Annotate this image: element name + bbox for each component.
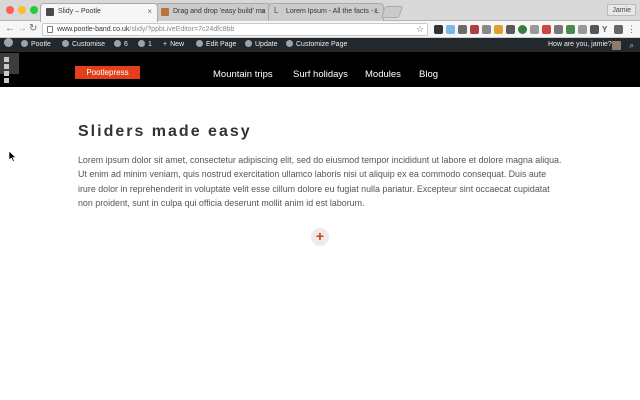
wrench-icon bbox=[286, 40, 293, 47]
tab-title: Lorem Ipsum - All the facts - L bbox=[286, 8, 379, 15]
globe-icon bbox=[245, 40, 252, 47]
site-name-link[interactable]: Pootle bbox=[21, 38, 51, 52]
profile-button[interactable]: Jamie bbox=[607, 4, 636, 16]
layers-extension-icon[interactable] bbox=[434, 25, 443, 34]
browser-tab-strip: Slidy – Pootle × Drag and drop 'easy bui… bbox=[0, 0, 640, 22]
cast-icon[interactable] bbox=[614, 25, 623, 34]
forward-arrow-icon[interactable]: → bbox=[17, 23, 27, 35]
site-favicon-icon bbox=[161, 8, 169, 16]
page-title: Sliders made easy bbox=[78, 123, 252, 140]
extension-icon[interactable] bbox=[458, 25, 467, 34]
url-host: www.pootle-band.co.uk bbox=[57, 26, 130, 33]
updates-icon bbox=[114, 40, 121, 47]
home-icon bbox=[21, 40, 28, 47]
customise-link[interactable]: Customise bbox=[62, 38, 105, 52]
search-icon[interactable]: ⌕ bbox=[630, 39, 634, 53]
reload-icon[interactable]: ↻ bbox=[29, 23, 37, 35]
edit-page-link[interactable]: Edit Page bbox=[196, 38, 236, 52]
brush-icon bbox=[62, 40, 69, 47]
new-content-link[interactable]: + New bbox=[163, 38, 184, 52]
body-paragraph: Lorem ipsum dolor sit amet, consectetur … bbox=[78, 155, 562, 208]
site-favicon-icon bbox=[46, 8, 54, 16]
close-tab-icon[interactable]: × bbox=[260, 7, 265, 16]
nav-item-mountain-trips[interactable]: Mountain trips bbox=[213, 69, 273, 80]
back-arrow-icon[interactable]: ← bbox=[5, 23, 15, 35]
address-bar[interactable]: www.pootle-band.co.uk/slidy/?ppbLiveEdit… bbox=[42, 23, 428, 36]
extension-icon[interactable] bbox=[446, 25, 455, 34]
close-tab-icon[interactable]: × bbox=[147, 7, 152, 16]
site-header: Pootlepress Mountain trips Surf holidays… bbox=[0, 52, 640, 87]
tab-title: Drag and drop 'easy build' ma bbox=[173, 8, 266, 15]
minimize-window-button[interactable] bbox=[18, 6, 26, 14]
extension-icon[interactable] bbox=[518, 25, 527, 34]
plus-icon: + bbox=[163, 41, 168, 48]
account-greeting[interactable]: How are you, jamie? bbox=[548, 38, 612, 52]
page-info-icon[interactable] bbox=[47, 26, 53, 33]
close-tab-icon[interactable]: × bbox=[373, 7, 378, 16]
wordpress-logo-icon[interactable] bbox=[4, 38, 16, 52]
grid-menu-icon[interactable] bbox=[0, 53, 19, 83]
new-tab-button[interactable] bbox=[380, 6, 404, 18]
recycle-extension-icon[interactable] bbox=[566, 25, 575, 34]
tab-drag-and-drop[interactable]: Drag and drop 'easy build' ma × bbox=[155, 3, 271, 21]
wp-admin-bar: Pootle Customise 6 1 + New Edit Page Upda… bbox=[0, 38, 640, 52]
customize-page-link[interactable]: Customize Page bbox=[286, 38, 347, 52]
updates-link[interactable]: 6 bbox=[114, 38, 128, 52]
url-path: /slidy/?ppbLiveEditor=7c24dfc8bb bbox=[129, 26, 235, 33]
comment-icon bbox=[138, 40, 145, 47]
extension-icon[interactable] bbox=[590, 25, 599, 34]
bookmark-star-icon[interactable]: ☆ bbox=[416, 24, 424, 35]
comments-link[interactable]: 1 bbox=[138, 38, 152, 52]
pencil-icon bbox=[196, 40, 203, 47]
maximize-window-button[interactable] bbox=[30, 6, 38, 14]
extension-icon[interactable] bbox=[542, 25, 551, 34]
extension-icon[interactable] bbox=[554, 25, 563, 34]
close-window-button[interactable] bbox=[6, 6, 14, 14]
extension-icon[interactable] bbox=[530, 25, 539, 34]
extension-icon[interactable] bbox=[578, 25, 587, 34]
tab-title: Slidy – Pootle bbox=[58, 8, 101, 15]
site-logo[interactable]: Pootlepress bbox=[75, 66, 140, 79]
add-row-button[interactable]: + bbox=[311, 228, 329, 246]
extension-icon[interactable] bbox=[506, 25, 515, 34]
nav-item-surf-holidays[interactable]: Surf holidays bbox=[293, 69, 348, 80]
update-link[interactable]: Update bbox=[245, 38, 278, 52]
nav-item-blog[interactable]: Blog bbox=[419, 69, 438, 80]
l-favicon-icon: L bbox=[274, 6, 279, 15]
nav-item-modules[interactable]: Modules bbox=[365, 69, 401, 80]
avatar[interactable] bbox=[612, 41, 621, 50]
extension-icon[interactable] bbox=[494, 25, 503, 34]
tab-slidy[interactable]: Slidy – Pootle × bbox=[40, 3, 158, 22]
extension-icon[interactable] bbox=[470, 25, 479, 34]
extension-icon[interactable] bbox=[482, 25, 491, 34]
tab-lorem-ipsum[interactable]: L Lorem Ipsum - All the facts - L × bbox=[268, 3, 384, 21]
browser-toolbar: ← → ↻ www.pootle-band.co.uk/slidy/?ppbLi… bbox=[0, 21, 640, 38]
menu-icon[interactable]: ⋮ bbox=[627, 25, 636, 34]
y-extension-icon[interactable]: Y bbox=[602, 25, 611, 34]
